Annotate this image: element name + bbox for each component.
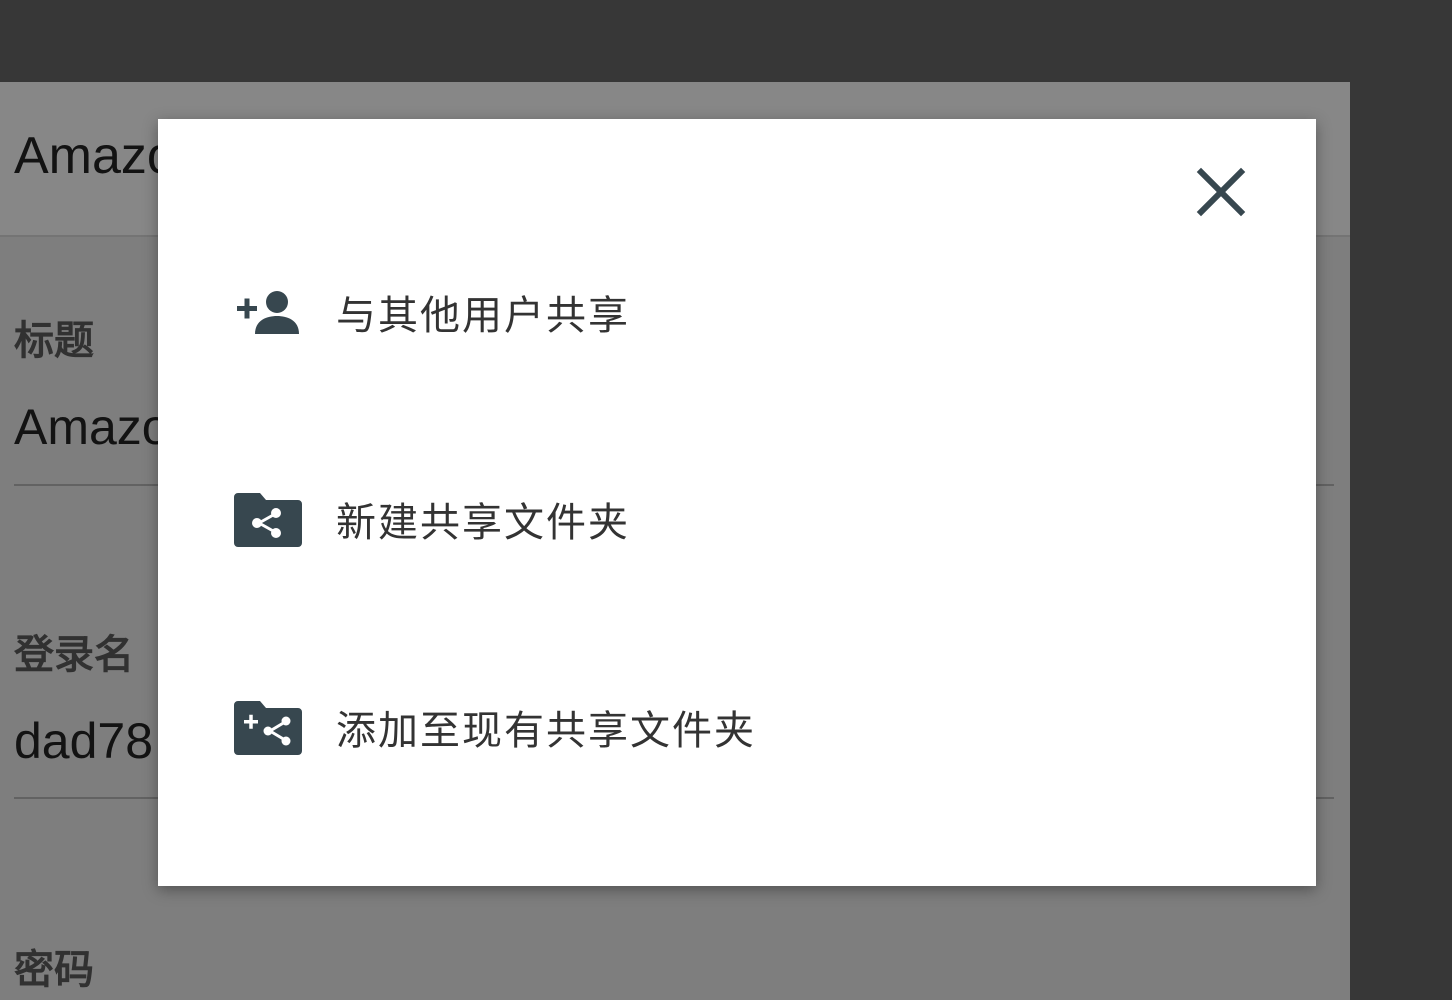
share-with-users-item[interactable]: 与其他用户共享 bbox=[234, 272, 630, 352]
add-to-shared-folder-icon bbox=[234, 699, 302, 755]
close-icon bbox=[1196, 167, 1246, 217]
shared-folder-icon bbox=[234, 491, 302, 547]
share-modal: 与其他用户共享 新建共享文件夹 添加至现有共享文件夹 bbox=[158, 119, 1316, 886]
add-to-shared-folder-item[interactable]: 添加至现有共享文件夹 bbox=[234, 687, 756, 767]
new-shared-folder-item[interactable]: 新建共享文件夹 bbox=[234, 479, 630, 559]
add-person-icon bbox=[234, 284, 302, 340]
add-to-shared-folder-label: 添加至现有共享文件夹 bbox=[336, 708, 756, 754]
new-shared-folder-label: 新建共享文件夹 bbox=[336, 500, 630, 546]
close-button[interactable] bbox=[1196, 167, 1246, 217]
share-with-users-label: 与其他用户共享 bbox=[336, 293, 630, 339]
